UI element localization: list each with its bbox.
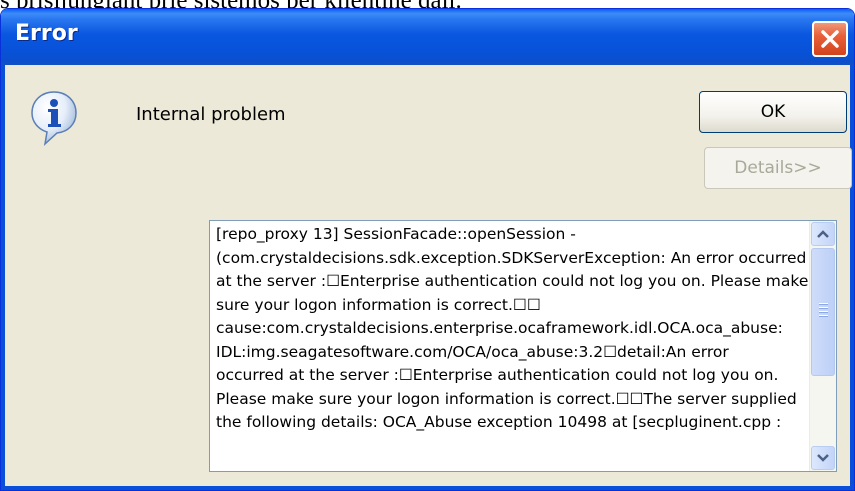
info-icon bbox=[31, 91, 77, 147]
dialog-title: Error bbox=[15, 21, 78, 46]
scroll-up-button[interactable] bbox=[811, 222, 835, 246]
details-text: [repo_proxy 13] SessionFacade::openSessi… bbox=[216, 223, 809, 435]
vertical-scrollbar[interactable] bbox=[809, 221, 836, 471]
thumb-grip bbox=[819, 303, 828, 305]
scroll-thumb[interactable] bbox=[811, 248, 835, 376]
details-line: IDL:img.seagatesoftware.com/OCA/oca_abus… bbox=[216, 342, 729, 361]
details-line: Please make sure your logon information … bbox=[216, 389, 797, 408]
title-bar[interactable]: Error bbox=[1, 9, 854, 65]
thumb-grip bbox=[819, 311, 828, 313]
chevron-up-icon bbox=[817, 230, 829, 238]
details-line: [repo_proxy 13] SessionFacade::openSessi… bbox=[216, 225, 576, 243]
details-line: at the server :☐Enterprise authenticatio… bbox=[216, 272, 809, 290]
scroll-down-button[interactable] bbox=[811, 446, 835, 470]
details-line: occurred at the server :☐Enterprise auth… bbox=[216, 366, 779, 384]
details-line: (com.crystaldecisions.sdk.exception.SDKS… bbox=[216, 248, 807, 267]
details-button[interactable]: Details>> bbox=[704, 147, 852, 189]
error-dialog: Error Internal problem OK Details>> [rep… bbox=[0, 8, 855, 491]
ok-button[interactable]: OK bbox=[699, 91, 847, 133]
details-line: sure your logon information is correct.☐… bbox=[216, 295, 541, 314]
close-button[interactable] bbox=[812, 21, 848, 57]
error-message: Internal problem bbox=[136, 104, 286, 125]
thumb-grip bbox=[819, 307, 828, 309]
details-line: cause:com.crystaldecisions.enterprise.oc… bbox=[216, 319, 783, 337]
chevron-down-icon bbox=[817, 454, 829, 462]
details-textarea[interactable]: [repo_proxy 13] SessionFacade::openSessi… bbox=[209, 220, 837, 472]
details-line: the following details: OCA_Abuse excepti… bbox=[216, 413, 782, 431]
thumb-grip bbox=[819, 315, 828, 317]
close-icon bbox=[821, 30, 839, 48]
